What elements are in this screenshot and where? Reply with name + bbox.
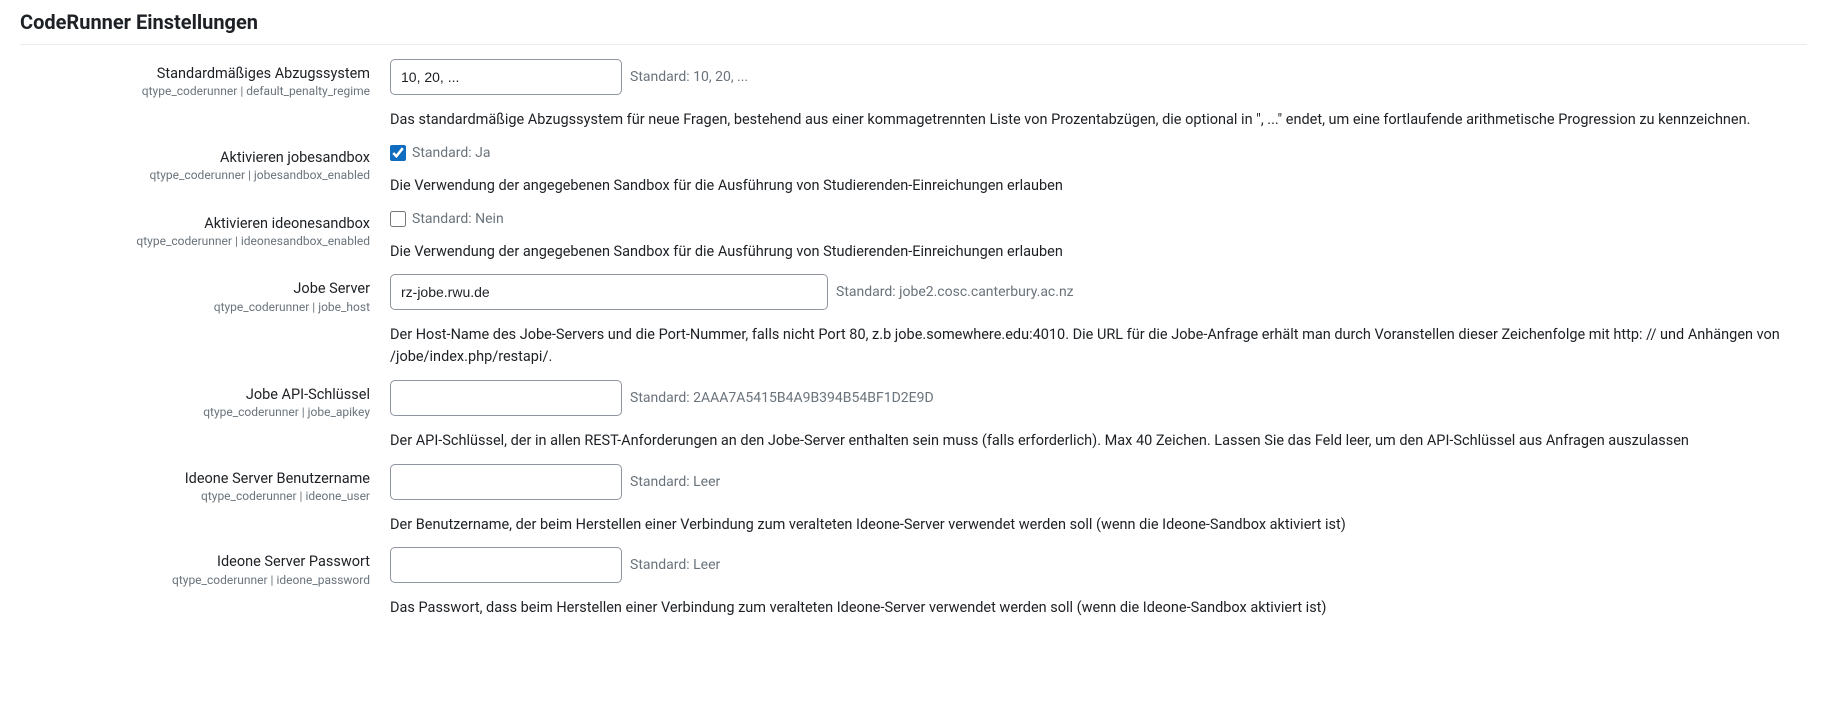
field-col: Standard: Leer Der Benutzername, der bei… <box>390 464 1807 536</box>
setting-row-ideonesandbox: Aktivieren ideonesandbox qtype_coderunne… <box>20 209 1807 263</box>
page-title: CodeRunner Einstellungen <box>20 10 1807 34</box>
field-col: Standard: Leer Das Passwort, dass beim H… <box>390 547 1807 619</box>
checkbox-line: Standard: Nein <box>390 209 1807 227</box>
jobe-host-input[interactable] <box>390 274 828 310</box>
setting-sublabel: qtype_coderunner | jobe_apikey <box>20 405 370 419</box>
default-text: Standard: Leer <box>630 474 720 490</box>
setting-description: Das Passwort, dass beim Herstellen einer… <box>390 597 1790 619</box>
setting-sublabel: qtype_coderunner | ideone_user <box>20 489 370 503</box>
input-line: Standard: Leer <box>390 464 1807 500</box>
setting-label: Jobe Server <box>20 280 370 297</box>
ideonesandbox-enabled-checkbox[interactable] <box>390 211 406 227</box>
setting-label: Ideone Server Passwort <box>20 553 370 570</box>
setting-sublabel: qtype_coderunner | ideone_password <box>20 573 370 587</box>
jobe-apikey-input[interactable] <box>390 380 622 416</box>
setting-label: Ideone Server Benutzername <box>20 470 370 487</box>
ideone-user-input[interactable] <box>390 464 622 500</box>
default-text: Standard: jobe2.cosc.canterbury.ac.nz <box>836 284 1074 300</box>
setting-description: Der Host-Name des Jobe-Servers und die P… <box>390 324 1790 368</box>
setting-row-jobeapikey: Jobe API-Schlüssel qtype_coderunner | jo… <box>20 380 1807 452</box>
default-text: Standard: Ja <box>412 145 490 161</box>
setting-sublabel: qtype_coderunner | ideonesandbox_enabled <box>20 234 370 248</box>
setting-description: Der Benutzername, der beim Herstellen ei… <box>390 514 1790 536</box>
setting-description: Die Verwendung der angegebenen Sandbox f… <box>390 175 1790 197</box>
checkbox-line: Standard: Ja <box>390 143 1807 161</box>
setting-row-ideoneuser: Ideone Server Benutzername qtype_coderun… <box>20 464 1807 536</box>
label-col: Ideone Server Passwort qtype_coderunner … <box>20 547 390 586</box>
penalty-regime-input[interactable] <box>390 59 622 95</box>
field-col: Standard: Ja Die Verwendung der angegebe… <box>390 143 1807 197</box>
label-col: Aktivieren jobesandbox qtype_coderunner … <box>20 143 390 182</box>
ideone-password-input[interactable] <box>390 547 622 583</box>
input-line: Standard: 2AAA7A5415B4A9B394B54BF1D2E9D <box>390 380 1807 416</box>
setting-row-penalty: Standardmäßiges Abzugssystem qtype_coder… <box>20 59 1807 131</box>
setting-description: Die Verwendung der angegebenen Sandbox f… <box>390 241 1790 263</box>
setting-label: Aktivieren jobesandbox <box>20 149 370 166</box>
default-text: Standard: Nein <box>412 211 504 227</box>
setting-label: Standardmäßiges Abzugssystem <box>20 65 370 82</box>
setting-row-ideonepassword: Ideone Server Passwort qtype_coderunner … <box>20 547 1807 619</box>
label-col: Standardmäßiges Abzugssystem qtype_coder… <box>20 59 390 98</box>
default-text: Standard: Leer <box>630 557 720 573</box>
setting-sublabel: qtype_coderunner | jobesandbox_enabled <box>20 168 370 182</box>
jobesandbox-enabled-checkbox[interactable] <box>390 145 406 161</box>
field-col: Standard: jobe2.cosc.canterbury.ac.nz De… <box>390 274 1807 368</box>
setting-row-jobehost: Jobe Server qtype_coderunner | jobe_host… <box>20 274 1807 368</box>
input-line: Standard: Leer <box>390 547 1807 583</box>
divider <box>20 44 1807 45</box>
setting-sublabel: qtype_coderunner | jobe_host <box>20 300 370 314</box>
setting-description: Das standardmäßige Abzugssystem für neue… <box>390 109 1790 131</box>
setting-description: Der API-Schlüssel, der in allen REST-Anf… <box>390 430 1790 452</box>
field-col: Standard: Nein Die Verwendung der angege… <box>390 209 1807 263</box>
label-col: Jobe Server qtype_coderunner | jobe_host <box>20 274 390 313</box>
setting-label: Jobe API-Schlüssel <box>20 386 370 403</box>
label-col: Jobe API-Schlüssel qtype_coderunner | jo… <box>20 380 390 419</box>
field-col: Standard: 10, 20, ... Das standardmäßige… <box>390 59 1807 131</box>
input-line: Standard: jobe2.cosc.canterbury.ac.nz <box>390 274 1807 310</box>
field-col: Standard: 2AAA7A5415B4A9B394B54BF1D2E9D … <box>390 380 1807 452</box>
input-line: Standard: 10, 20, ... <box>390 59 1807 95</box>
label-col: Ideone Server Benutzername qtype_coderun… <box>20 464 390 503</box>
default-text: Standard: 10, 20, ... <box>630 69 748 85</box>
setting-sublabel: qtype_coderunner | default_penalty_regim… <box>20 84 370 98</box>
setting-label: Aktivieren ideonesandbox <box>20 215 370 232</box>
default-text: Standard: 2AAA7A5415B4A9B394B54BF1D2E9D <box>630 390 934 406</box>
setting-row-jobesandbox: Aktivieren jobesandbox qtype_coderunner … <box>20 143 1807 197</box>
label-col: Aktivieren ideonesandbox qtype_coderunne… <box>20 209 390 248</box>
